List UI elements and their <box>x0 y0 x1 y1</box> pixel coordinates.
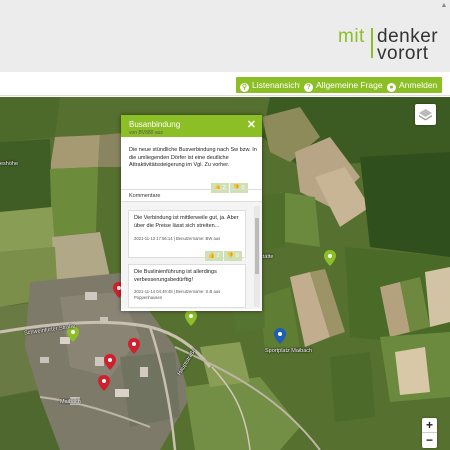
comments-scrollbar[interactable] <box>254 206 260 307</box>
pin-green-2 <box>185 310 197 326</box>
dislike-count: 0 <box>241 185 245 191</box>
close-icon[interactable]: ✕ <box>247 118 256 131</box>
pin-green-3 <box>324 250 336 266</box>
site-header: ▲ mit denker vorort ⚲ Listenansicht ? Allg… <box>0 0 450 97</box>
logo-mit: mit <box>338 26 365 47</box>
comment-like-count: 2 <box>216 253 220 259</box>
comment-meta: 2021-11-14 04:49:48 | Benutzername: S.B … <box>134 289 221 300</box>
header-divider <box>0 95 450 96</box>
place-label-maibach: Maibach <box>60 399 81 405</box>
general-questions-label: Allgemeine Fragen <box>316 80 388 90</box>
list-view-label: Listenansicht <box>252 80 302 90</box>
edge-label-2: stätte <box>260 254 274 260</box>
logo[interactable]: mit denker vorort <box>338 26 438 64</box>
popup-description: Die neue stündliche Busverbindung nach S… <box>129 147 257 168</box>
comments-heading: Kommentare <box>129 193 161 199</box>
comment-dislike-button[interactable]: 👎 0 <box>224 251 242 261</box>
zoom-in-button[interactable]: + <box>422 418 437 433</box>
zoom-control: + − <box>422 418 437 448</box>
pin-red-4 <box>98 375 110 391</box>
zoom-out-button[interactable]: − <box>422 433 437 448</box>
scrollbar-thumb[interactable] <box>255 218 259 274</box>
comment-text: Die Verbindung ist mittlerweile gut, ja.… <box>134 215 239 229</box>
place-label-sportplatz: Sportplatz Maibach <box>265 348 313 354</box>
map-marker-icon: ⚲ <box>240 83 249 92</box>
pin-blue-1 <box>274 328 286 344</box>
comment-text: Die Buslinienführung ist allerdings verb… <box>134 269 217 283</box>
comment-card: Die Buslinienführung ist allerdings verb… <box>128 264 246 308</box>
popup-divider <box>121 189 262 190</box>
login-label: Anmelden <box>399 80 438 90</box>
like-count: 2 <box>222 185 226 191</box>
logo-divider <box>371 28 373 58</box>
general-questions-button[interactable]: ? Allgemeine Fragen <box>300 77 393 93</box>
popup-title: Busanbindung <box>129 120 181 129</box>
popup-author: von BV880 aus <box>129 130 163 136</box>
comment-votes: 👍 2 👎 0 <box>204 244 242 261</box>
layers-button[interactable] <box>415 104 436 125</box>
dislike-button[interactable]: 👎 0 <box>230 183 248 193</box>
layers-icon <box>419 109 432 121</box>
comment-dislike-count: 0 <box>235 253 239 259</box>
edge-label-1: eshöhe <box>0 161 19 167</box>
list-view-button[interactable]: ⚲ Listenansicht <box>236 77 307 93</box>
login-button[interactable]: ● Anmelden <box>383 77 443 93</box>
question-icon: ? <box>304 83 313 92</box>
comment-like-button[interactable]: 👍 2 <box>205 251 223 261</box>
pin-red-3 <box>104 354 116 370</box>
comments-list[interactable]: Die Verbindung ist mittlerweile gut, ja.… <box>121 201 262 309</box>
logo-vorort: vorort <box>377 43 429 64</box>
comment-card: Die Verbindung ist mittlerweile gut, ja.… <box>128 210 246 261</box>
like-button[interactable]: 👍 2 <box>211 183 229 193</box>
user-icon: ● <box>387 83 396 92</box>
pin-red-2 <box>128 338 140 354</box>
comment-meta: 2021-11-13 17:56:14 | Benutzername: BW a… <box>134 236 221 241</box>
popup-votes: 👍 2 👎 0 <box>210 176 248 193</box>
scroll-up-arrow-icon[interactable]: ▲ <box>440 2 448 10</box>
